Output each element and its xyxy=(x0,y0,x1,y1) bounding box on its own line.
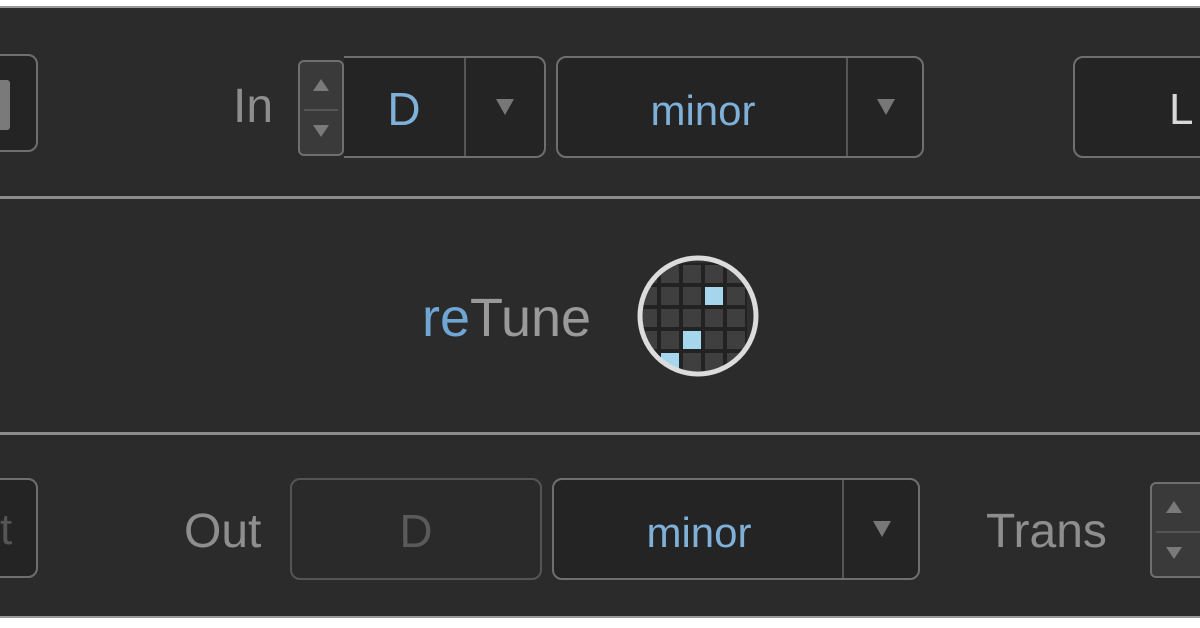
top-divider xyxy=(0,196,1200,199)
in-key-dropdown[interactable]: D xyxy=(344,56,546,158)
retune-logo-text: reTune xyxy=(422,291,591,345)
in-label: In xyxy=(233,80,274,133)
bottom-divider xyxy=(0,432,1200,435)
top-right-button-label: L xyxy=(1169,85,1194,134)
in-scale-value: minor xyxy=(650,87,756,134)
plugin-frame: In D minor L reTune t Out D minor Trans xyxy=(0,0,1200,622)
trans-label: Trans xyxy=(986,505,1107,558)
stepper-down-icon[interactable] xyxy=(1152,530,1200,576)
brand-prefix: re xyxy=(422,288,471,348)
stepper-down-icon[interactable] xyxy=(300,108,342,154)
top-left-partial-control[interactable] xyxy=(0,54,38,152)
retune-grid-logo-icon xyxy=(637,255,759,377)
in-key-value: D xyxy=(387,83,421,135)
out-key-display: D xyxy=(290,478,542,580)
in-scale-dropdown-arrow[interactable] xyxy=(846,58,924,156)
out-key-value: D xyxy=(399,505,433,557)
brand-suffix: Tune xyxy=(470,288,592,348)
out-scale-dropdown[interactable]: minor xyxy=(552,478,920,580)
retune-panel: In D minor L reTune t Out D minor Trans xyxy=(0,6,1200,618)
top-right-button[interactable]: L xyxy=(1073,56,1200,158)
out-scale-dropdown-arrow[interactable] xyxy=(842,480,920,578)
slider-handle[interactable] xyxy=(0,80,10,130)
out-scale-value: minor xyxy=(646,509,752,556)
trans-stepper[interactable] xyxy=(1150,482,1200,578)
in-scale-dropdown[interactable]: minor xyxy=(556,56,924,158)
in-key-dropdown-arrow[interactable] xyxy=(464,58,544,156)
stepper-up-icon[interactable] xyxy=(1152,484,1200,530)
out-label: Out xyxy=(184,505,262,558)
chevron-down-icon xyxy=(873,521,891,537)
chevron-down-icon xyxy=(496,99,514,115)
bottom-left-partial-control[interactable]: t xyxy=(0,478,38,578)
chevron-down-icon xyxy=(877,99,895,115)
stepper-up-icon[interactable] xyxy=(300,62,342,108)
in-key-stepper[interactable] xyxy=(298,60,344,156)
bottom-left-partial-label: t xyxy=(0,505,13,554)
